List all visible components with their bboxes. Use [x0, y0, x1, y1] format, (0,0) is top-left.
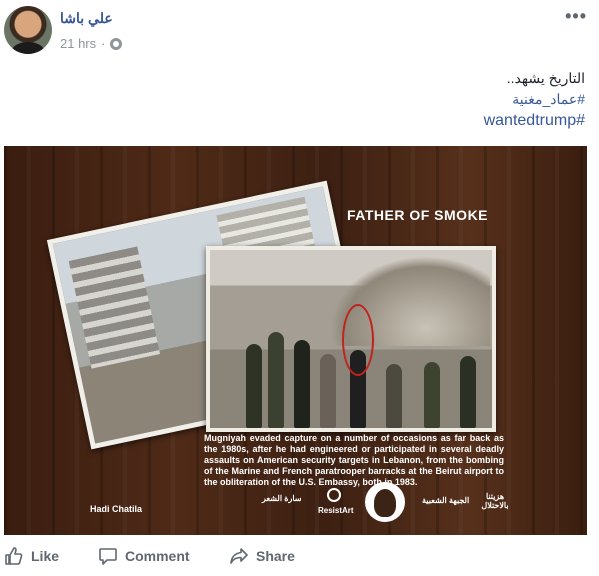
- author-name[interactable]: علي باشا: [60, 10, 113, 27]
- post-meta: 21 hrs ·: [60, 36, 123, 51]
- comment-icon: [99, 548, 117, 565]
- share-label: Share: [256, 548, 295, 564]
- like-label: Like: [31, 548, 60, 564]
- resistart-icon: [327, 488, 341, 502]
- logo-row: سارة الشعر ResistArt الجبهة الشعبية هزيت…: [262, 482, 512, 522]
- share-button[interactable]: Share: [229, 546, 295, 566]
- logo-text: سارة الشعر: [262, 494, 302, 503]
- post-actions: Like Comment Share: [0, 544, 599, 574]
- post-image[interactable]: FATHER OF SMOKE Mugniyah evaded capture …: [4, 146, 587, 535]
- avatar[interactable]: [4, 6, 52, 54]
- comment-button[interactable]: Comment: [98, 546, 190, 566]
- hashtag-link[interactable]: #wantedtrump: [25, 110, 585, 131]
- logo-text: هزيتنا بالاحتلال: [481, 492, 509, 510]
- image-title: FATHER OF SMOKE: [347, 207, 489, 223]
- comment-label: Comment: [125, 548, 190, 564]
- foreground-photo: [206, 246, 496, 432]
- hashtag-link[interactable]: #عماد_مغنية: [25, 89, 585, 110]
- highlight-circle: [342, 304, 374, 376]
- portrait-logo-icon: [365, 482, 405, 522]
- more-icon[interactable]: •••: [565, 6, 587, 27]
- logo-text: ResistArt: [318, 506, 354, 515]
- timestamp[interactable]: 21 hrs: [60, 36, 96, 51]
- image-caption: Mugniyah evaded capture on a number of o…: [204, 433, 504, 487]
- logo-text: الجبهة الشعبية: [422, 496, 470, 505]
- globe-icon[interactable]: [110, 37, 123, 50]
- like-button[interactable]: Like: [4, 546, 59, 566]
- facebook-post: علي باشا 21 hrs · ••• التاريخ يشهد.. #عم…: [0, 0, 599, 576]
- share-icon: [230, 548, 248, 564]
- post-text-line: التاريخ يشهد..: [506, 70, 585, 86]
- image-credit: Hadi Chatila: [90, 504, 143, 514]
- post-text: التاريخ يشهد.. #عماد_مغنية #wantedtrump: [25, 68, 585, 131]
- thumbs-up-icon: [5, 547, 23, 565]
